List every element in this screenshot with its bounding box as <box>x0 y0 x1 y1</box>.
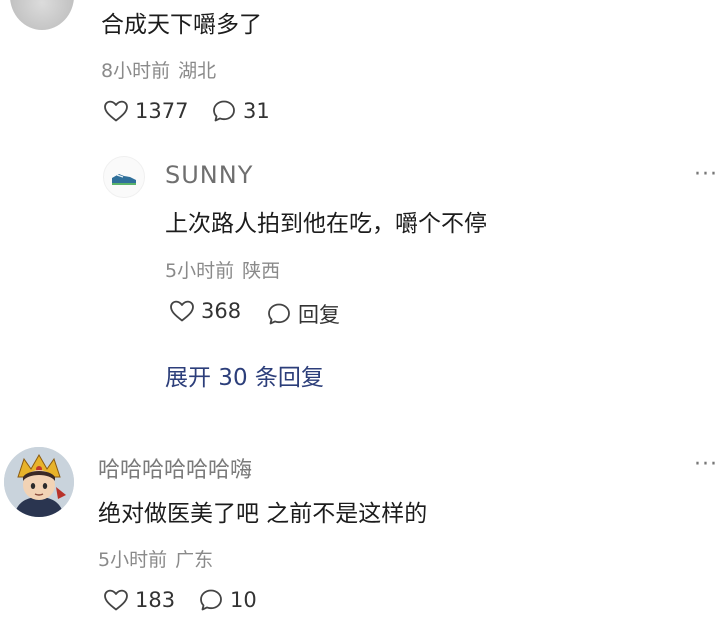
comment-time: 5小时前 <box>98 549 168 571</box>
reply-like-button[interactable]: 368 <box>169 299 241 323</box>
reply-count-button[interactable]: 10 <box>198 588 257 612</box>
reply-like-count: 368 <box>201 299 242 323</box>
reply-meta: 5小时前 陕西 <box>165 256 280 283</box>
speech-bubble-icon <box>268 303 290 325</box>
reply-count: 10 <box>230 588 257 612</box>
reply-more-button[interactable]: ··· <box>694 162 718 187</box>
comment-text: 绝对做医美了吧 之前不是这样的 <box>98 501 428 527</box>
like-button[interactable]: 183 <box>103 588 175 612</box>
reply-avatar[interactable] <box>103 156 145 198</box>
comment-meta: 8小时前 湖北 <box>101 56 216 83</box>
reply-location: 陕西 <box>242 260 281 282</box>
user-avatar-top[interactable] <box>10 0 74 30</box>
like-count: 1377 <box>135 99 189 123</box>
shoe-avatar-icon <box>112 174 136 185</box>
reply-button[interactable]: 回复 <box>266 299 340 329</box>
reply-label: 回复 <box>298 303 340 327</box>
reply-username[interactable]: SUNNY <box>165 161 253 189</box>
comment-more-button[interactable]: ··· <box>694 452 718 477</box>
reply-count: 31 <box>243 99 270 123</box>
comment-location: 湖北 <box>178 60 217 82</box>
heart-outline-icon <box>170 300 194 322</box>
reply-count-button[interactable]: 31 <box>211 99 270 123</box>
cartoon-avatar-icon <box>4 447 74 517</box>
like-button[interactable]: 1377 <box>103 99 188 123</box>
comment-username[interactable]: 哈哈哈哈哈哈嗨 <box>98 452 252 484</box>
speech-bubble-icon <box>213 100 235 122</box>
heart-outline-icon <box>104 589 128 611</box>
reply-time: 5小时前 <box>165 260 235 282</box>
user-avatar[interactable] <box>4 447 74 517</box>
expand-replies-link[interactable]: 展开 30 条回复 <box>165 358 324 392</box>
more-dots-icon: ··· <box>694 452 718 477</box>
more-dots-icon: ··· <box>694 162 718 187</box>
heart-outline-icon <box>104 100 128 122</box>
like-count: 183 <box>135 588 176 612</box>
comment-time: 8小时前 <box>101 60 171 82</box>
reply-text: 上次路人拍到他在吃，嚼个不停 <box>165 211 487 237</box>
comment-location: 广东 <box>175 549 214 571</box>
comment-meta: 5小时前 广东 <box>98 545 213 572</box>
speech-bubble-icon <box>200 589 222 611</box>
comment-text: 合成天下嚼多了 <box>101 12 262 38</box>
